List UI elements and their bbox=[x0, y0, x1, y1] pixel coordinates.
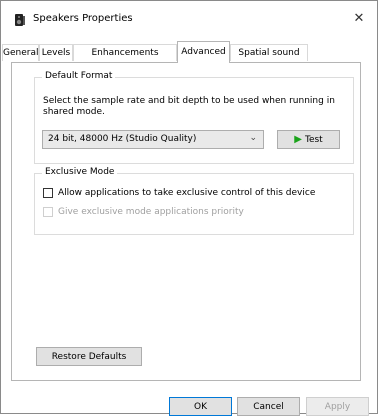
apply-button: Apply bbox=[306, 397, 369, 416]
default-format-description: Select the sample rate and bit depth to … bbox=[43, 96, 335, 117]
default-format-group: Default Format Select the sample rate an… bbox=[34, 71, 354, 164]
tab-spatial-sound[interactable]: Spatial sound bbox=[230, 44, 308, 61]
play-icon: ▶ bbox=[294, 134, 302, 145]
allow-exclusive-checkbox[interactable] bbox=[43, 188, 53, 198]
title-bar[interactable]: Speakers Properties ✕ bbox=[1, 1, 377, 35]
default-format-title: Default Format bbox=[42, 71, 116, 81]
test-button[interactable]: ▶ Test bbox=[277, 130, 340, 149]
exclusive-mode-title: Exclusive Mode bbox=[42, 167, 118, 177]
priority-label: Give exclusive mode applications priorit… bbox=[58, 207, 244, 217]
tab-general[interactable]: General bbox=[2, 44, 39, 61]
tab-enhancements[interactable]: Enhancements bbox=[73, 44, 177, 61]
priority-row: Give exclusive mode applications priorit… bbox=[43, 207, 244, 217]
format-select[interactable]: 24 bit, 48000 Hz (Studio Quality) ⌄ bbox=[42, 130, 264, 149]
speakers-properties-window: Speakers Properties ✕ General Levels Enh… bbox=[0, 0, 378, 416]
cancel-button[interactable]: Cancel bbox=[237, 397, 300, 416]
chevron-down-icon: ⌄ bbox=[249, 133, 257, 143]
format-select-value: 24 bit, 48000 Hz (Studio Quality) bbox=[48, 134, 197, 144]
allow-exclusive-label: Allow applications to take exclusive con… bbox=[58, 188, 316, 198]
ok-button[interactable]: OK bbox=[169, 397, 232, 416]
tab-levels[interactable]: Levels bbox=[39, 44, 73, 61]
priority-checkbox bbox=[43, 207, 53, 217]
speaker-icon bbox=[15, 14, 25, 26]
window-title: Speakers Properties bbox=[33, 13, 133, 24]
tab-bar: General Levels Enhancements Advanced Spa… bbox=[1, 41, 377, 63]
close-button[interactable]: ✕ bbox=[341, 1, 377, 35]
exclusive-mode-group: Exclusive Mode Allow applications to tak… bbox=[34, 167, 354, 235]
advanced-panel: Default Format Select the sample rate an… bbox=[11, 62, 361, 381]
tab-advanced[interactable]: Advanced bbox=[177, 41, 230, 63]
allow-exclusive-row[interactable]: Allow applications to take exclusive con… bbox=[43, 188, 315, 198]
close-icon: ✕ bbox=[353, 10, 365, 26]
test-button-label: Test bbox=[304, 134, 323, 145]
restore-defaults-button[interactable]: Restore Defaults bbox=[36, 347, 142, 366]
